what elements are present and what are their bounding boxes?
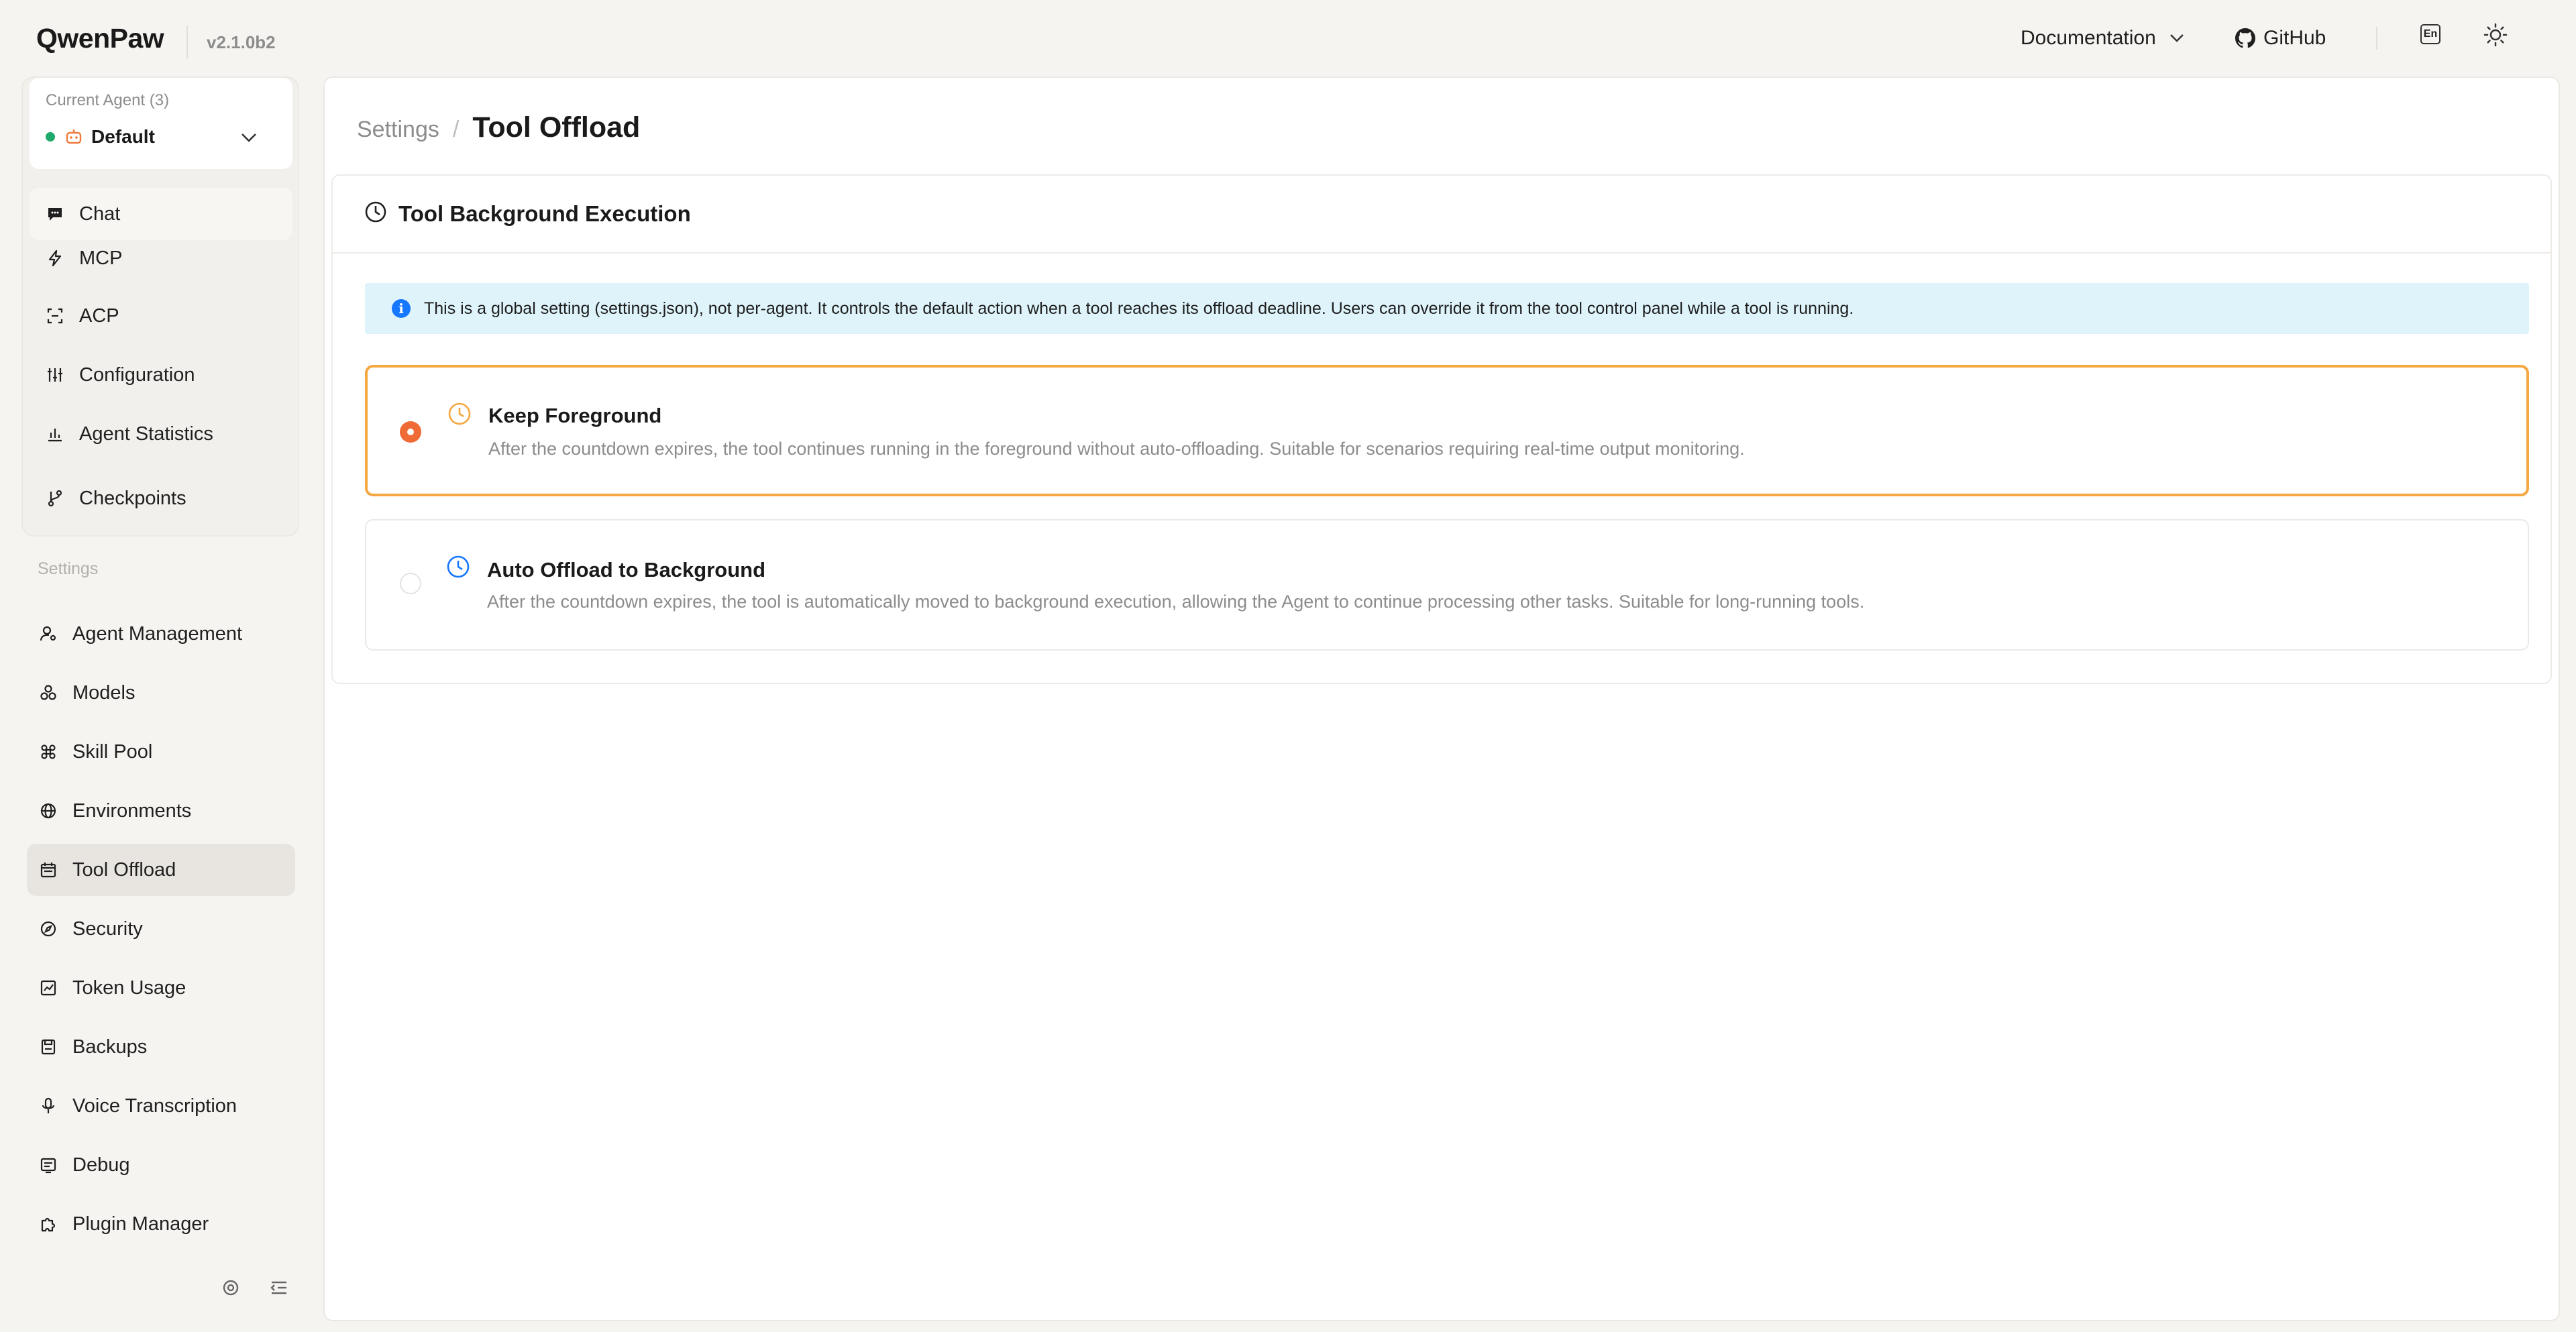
option-description: After the countdown expires, the tool is… <box>487 592 1865 612</box>
option-auto-offload[interactable]: Auto Offload to Background After the cou… <box>365 519 2529 651</box>
microphone-icon <box>39 1097 58 1115</box>
agent-caption: Current Agent (3) <box>46 91 170 109</box>
sidebar-item-label: Agent Statistics <box>79 423 213 445</box>
lightning-icon <box>46 249 64 268</box>
command-icon <box>39 742 58 761</box>
globe-icon <box>39 801 58 820</box>
sidebar-item-label: ACP <box>79 304 119 327</box>
save-icon <box>39 1038 58 1056</box>
language-toggle-button[interactable]: En <box>2420 24 2440 44</box>
card-title: Tool Background Execution <box>398 201 691 226</box>
github-label: GitHub <box>2263 27 2326 49</box>
sidebar-item-label: MCP <box>79 247 123 269</box>
sidebar-item-label: Security <box>72 918 143 940</box>
sidebar-item-checkpoints[interactable]: Checkpoints <box>30 472 292 524</box>
option-keep-foreground[interactable]: Keep Foreground After the countdown expi… <box>365 365 2529 496</box>
sidebar-item-acp[interactable]: ACP <box>30 290 292 342</box>
version-label: v2.1.0b2 <box>186 25 276 59</box>
radio-button[interactable] <box>400 573 421 594</box>
chat-icon <box>46 205 64 223</box>
acp-icon <box>46 307 64 325</box>
calendar-icon <box>39 861 58 879</box>
bar-chart-icon <box>46 425 64 443</box>
agent-selector[interactable]: Current Agent (3) Default <box>30 78 292 169</box>
info-text: This is a global setting (settings.json)… <box>424 298 1854 318</box>
github-icon <box>2235 28 2255 48</box>
sidebar-item-label: Voice Transcription <box>72 1095 237 1117</box>
agent-name: Default <box>91 126 155 147</box>
sidebar-item-agent-statistics[interactable]: Agent Statistics <box>30 408 292 460</box>
sidebar-item-label: Skill Pool <box>72 740 153 763</box>
sidebar-item-label: Configuration <box>79 364 195 386</box>
card-header: Tool Background Execution <box>333 176 2551 254</box>
sidebar-item-skill-pool[interactable]: Skill Pool <box>27 726 295 778</box>
option-title: Keep Foreground <box>488 404 662 427</box>
chevron-down-icon <box>2169 34 2184 42</box>
option-title: Auto Offload to Background <box>487 558 766 581</box>
agent-status-dot <box>46 132 55 142</box>
sidebar-item-voice-transcription[interactable]: Voice Transcription <box>27 1080 295 1132</box>
sidebar-item-backups[interactable]: Backups <box>27 1021 295 1073</box>
puzzle-icon <box>39 1215 58 1233</box>
sliders-icon <box>46 366 64 384</box>
sidebar-item-agent-management[interactable]: Agent Management <box>27 608 295 660</box>
sidebar-item-label: Token Usage <box>72 977 186 999</box>
sidebar-item-security[interactable]: Security <box>27 903 295 955</box>
tool-background-execution-card: Tool Background Execution i This is a gl… <box>331 174 2552 684</box>
sidebar-item-environments[interactable]: Environments <box>27 785 295 837</box>
models-icon <box>39 683 58 702</box>
sidebar-item-label: Plugin Manager <box>72 1213 209 1235</box>
sidebar-item-label: Chat <box>79 203 121 225</box>
main-content: Settings / Tool Offload Tool Background … <box>323 76 2560 1321</box>
sidebar-item-label: Tool Offload <box>72 858 176 881</box>
sidebar-item-debug[interactable]: Debug <box>27 1139 295 1191</box>
sidebar-item-configuration[interactable]: Configuration <box>30 349 292 401</box>
settings-section-label: Settings <box>38 559 99 578</box>
info-alert: i This is a global setting (settings.jso… <box>365 283 2529 334</box>
app-logo[interactable]: QwenPaw <box>36 23 164 54</box>
sidebar-item-models[interactable]: Models <box>27 667 295 719</box>
sidebar-item-label: Environments <box>72 799 192 822</box>
sidebar-item-label: Models <box>72 681 136 704</box>
documentation-menu[interactable]: Documentation <box>2021 27 2184 50</box>
user-gear-icon <box>39 624 58 643</box>
info-icon: i <box>392 299 411 318</box>
option-description: After the countdown expires, the tool co… <box>488 439 1745 459</box>
clock-icon <box>448 402 471 425</box>
header-divider <box>2376 27 2377 50</box>
sidebar-item-mcp[interactable]: MCP <box>30 232 292 284</box>
gear-icon[interactable] <box>220 1277 241 1298</box>
sidebar-item-label: Backups <box>72 1036 148 1058</box>
page-title: Tool Offload <box>472 111 641 144</box>
clock-icon <box>447 555 470 578</box>
sidebar-item-token-usage[interactable]: Token Usage <box>27 962 295 1014</box>
sun-icon[interactable] <box>2483 23 2508 47</box>
compass-icon <box>39 920 58 938</box>
clock-icon <box>365 201 386 223</box>
documentation-label: Documentation <box>2021 27 2156 49</box>
collapse-sidebar-icon[interactable] <box>268 1277 290 1298</box>
sidebar-item-label: Debug <box>72 1154 130 1176</box>
debug-icon <box>39 1156 58 1174</box>
breadcrumb: Settings / Tool Offload <box>357 111 640 144</box>
line-chart-icon <box>39 979 58 997</box>
sidebar-item-label: Checkpoints <box>79 487 186 509</box>
top-header: QwenPaw v2.1.0b2 Documentation GitHub En <box>0 0 2576 75</box>
sidebar-item-label: Agent Management <box>72 622 243 645</box>
breadcrumb-separator: / <box>452 117 460 142</box>
breadcrumb-settings-link[interactable]: Settings <box>357 117 439 143</box>
github-link[interactable]: GitHub <box>2235 27 2326 50</box>
git-branch-icon <box>46 489 64 508</box>
sidebar-item-plugin-manager[interactable]: Plugin Manager <box>27 1198 295 1250</box>
sidebar-item-tool-offload[interactable]: Tool Offload <box>27 844 295 896</box>
robot-icon <box>66 129 82 144</box>
chevron-down-icon[interactable] <box>239 127 259 148</box>
radio-button-selected[interactable] <box>400 421 421 443</box>
